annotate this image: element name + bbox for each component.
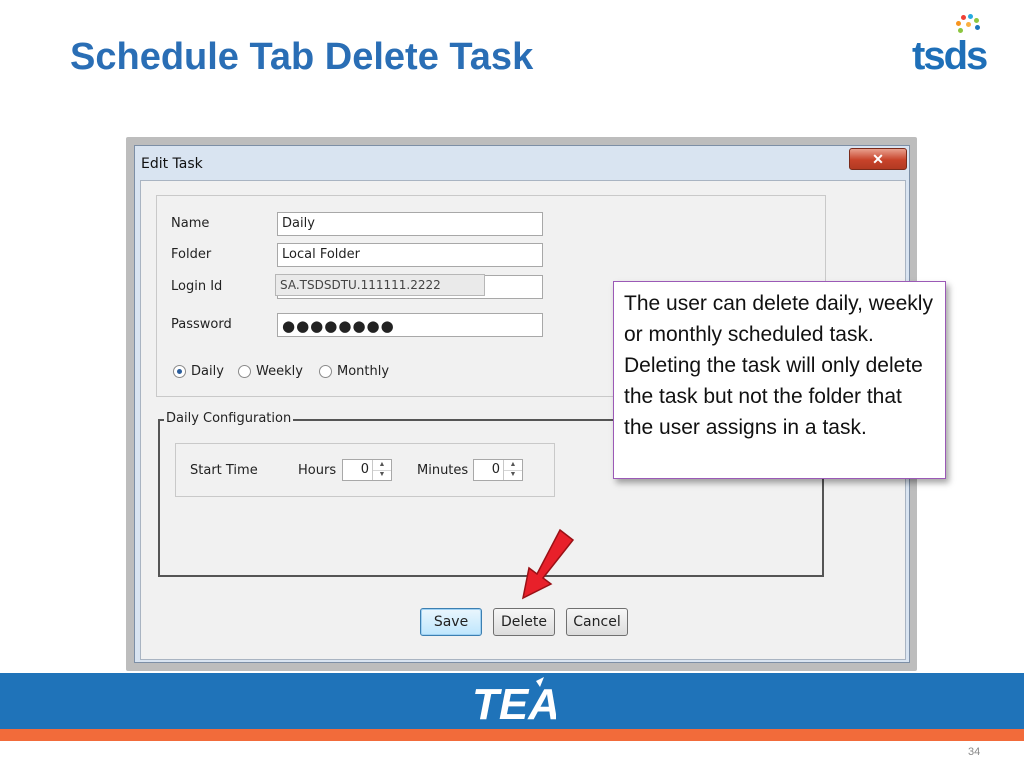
folder-label: Folder [171,247,212,262]
radio-weekly-label: Weekly [256,364,303,379]
start-time-label: Start Time [190,463,258,478]
password-label: Password [171,317,232,332]
save-button[interactable]: Save [420,608,482,636]
radio-monthly-label: Monthly [337,364,390,379]
password-field[interactable]: ●●●●●●●● [277,313,543,337]
hours-value: 0 [360,462,369,477]
radio-monthly[interactable]: Monthly [319,364,389,379]
name-label: Name [171,216,210,231]
red-arrow-icon [521,528,575,600]
minutes-spin-arrows: ▲ ▼ [503,460,522,480]
hours-label: Hours [298,463,337,478]
radio-weekly[interactable]: Weekly [238,364,303,379]
radio-selected-icon [173,365,186,378]
minutes-label: Minutes [417,463,469,478]
spin-down-icon[interactable]: ▼ [504,470,522,480]
delete-button[interactable]: Delete [493,608,555,636]
login-id-value: SA.TSDSDTU.111111.2222 [275,274,485,296]
minutes-value: 0 [491,462,500,477]
close-button[interactable]: ✕ [849,148,907,170]
start-time-box: Start Time Hours 0 ▲ ▼ Minutes 0 ▲ ▼ [175,443,555,497]
name-field[interactable]: Daily [277,212,543,236]
tea-logo-text: TEA [472,680,556,725]
spin-down-icon[interactable]: ▼ [373,470,391,480]
slide-title: Schedule Tab Delete Task [70,36,534,78]
login-id-label: Login Id [171,279,223,294]
logo-text: tsds [912,34,988,78]
hours-spin-arrows: ▲ ▼ [372,460,391,480]
minutes-stepper[interactable]: 0 ▲ ▼ [473,459,523,481]
close-icon: ✕ [872,151,884,167]
dialog-title: Edit Task [141,156,203,172]
radio-unselected-icon [319,365,332,378]
hours-stepper[interactable]: 0 ▲ ▼ [342,459,392,481]
footer-stripe [0,729,1024,741]
tsds-logo: tsds [912,14,994,80]
dialog-titlebar[interactable]: Edit Task ✕ [135,146,909,180]
radio-daily[interactable]: Daily [173,364,224,379]
callout-note: The user can delete daily, weekly or mon… [613,281,946,479]
folder-field[interactable]: Local Folder [277,243,543,267]
radio-unselected-icon [238,365,251,378]
cancel-button[interactable]: Cancel [566,608,628,636]
page-number: 34 [968,746,981,758]
daily-configuration-legend: Daily Configuration [164,411,294,426]
radio-daily-label: Daily [191,364,224,379]
tea-logo: TEA [472,677,556,725]
